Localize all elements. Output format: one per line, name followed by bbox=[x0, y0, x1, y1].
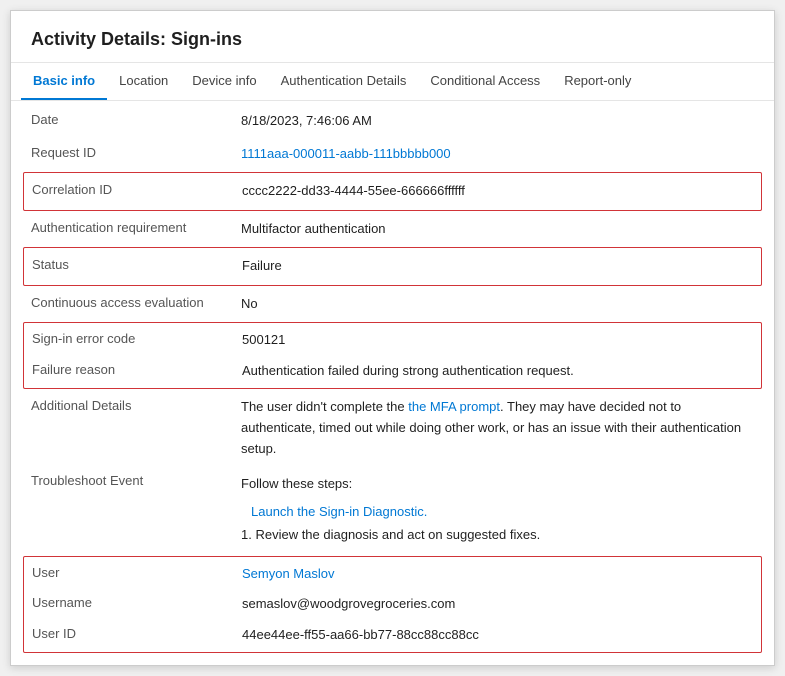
username-value: semaslov@woodgrovegroceries.com bbox=[242, 594, 753, 614]
request-id-value[interactable]: 1111aaa-000011-aabb-111bbbbb000 bbox=[241, 144, 754, 164]
tab-device-info[interactable]: Device info bbox=[180, 63, 268, 100]
mfa-highlight: the MFA prompt bbox=[408, 399, 500, 414]
cae-value: No bbox=[241, 294, 754, 314]
request-id-row: Request ID 1111aaa-000011-aabb-111bbbbb0… bbox=[11, 138, 774, 171]
cae-label: Continuous access evaluation bbox=[31, 294, 241, 310]
status-label: Status bbox=[32, 256, 242, 272]
troubleshoot-step1: 1. Review the diagnosis and act on sugge… bbox=[241, 523, 754, 546]
failure-reason-row: Failure reason Authentication failed dur… bbox=[32, 356, 753, 387]
troubleshoot-label: Troubleshoot Event bbox=[31, 472, 241, 488]
auth-req-row: Authentication requirement Multifactor a… bbox=[11, 213, 774, 246]
page-title: Activity Details: Sign-ins bbox=[11, 11, 774, 63]
status-row: Status Failure bbox=[32, 252, 753, 281]
username-label: Username bbox=[32, 594, 242, 610]
date-row: Date 8/18/2023, 7:46:06 AM bbox=[11, 105, 774, 138]
sign-in-error-value: 500121 bbox=[242, 330, 753, 350]
sign-in-error-row: Sign-in error code 500121 bbox=[32, 325, 753, 356]
troubleshoot-link[interactable]: Launch the Sign-in Diagnostic. bbox=[251, 504, 427, 519]
additional-details-row: Additional Details The user didn't compl… bbox=[11, 391, 774, 466]
error-group-box: Sign-in error code 500121 Failure reason… bbox=[23, 322, 762, 389]
troubleshoot-value: Follow these steps: Launch the Sign-in D… bbox=[241, 472, 754, 546]
tab-bar: Basic info Location Device info Authenti… bbox=[11, 63, 774, 101]
correlation-id-box: Correlation ID cccc2222-dd33-4444-55ee-6… bbox=[23, 172, 762, 211]
request-id-label: Request ID bbox=[31, 144, 241, 160]
date-label: Date bbox=[31, 111, 241, 127]
tab-report-only[interactable]: Report-only bbox=[552, 63, 643, 100]
auth-req-value: Multifactor authentication bbox=[241, 219, 754, 239]
tab-basic-info[interactable]: Basic info bbox=[21, 63, 107, 100]
status-box: Status Failure bbox=[23, 247, 762, 286]
tab-conditional-access[interactable]: Conditional Access bbox=[418, 63, 552, 100]
correlation-id-value: cccc2222-dd33-4444-55ee-666666ffffff bbox=[242, 181, 753, 201]
status-value: Failure bbox=[242, 256, 753, 276]
additional-details-value: The user didn't complete the the MFA pro… bbox=[241, 397, 754, 459]
user-id-label: User ID bbox=[32, 625, 242, 641]
tab-authentication-details[interactable]: Authentication Details bbox=[269, 63, 419, 100]
correlation-id-row: Correlation ID cccc2222-dd33-4444-55ee-6… bbox=[32, 177, 753, 206]
username-row: Username semaslov@woodgrovegroceries.com bbox=[32, 589, 753, 620]
user-value[interactable]: Semyon Maslov bbox=[242, 564, 753, 584]
tab-location[interactable]: Location bbox=[107, 63, 180, 100]
activity-details-window: Activity Details: Sign-ins Basic info Lo… bbox=[10, 10, 775, 666]
user-label: User bbox=[32, 564, 242, 580]
user-id-row: User ID 44ee44ee-ff55-aa66-bb77-88cc88cc… bbox=[32, 620, 753, 651]
content-area: Date 8/18/2023, 7:46:06 AM Request ID 11… bbox=[11, 101, 774, 665]
user-row: User Semyon Maslov bbox=[32, 559, 753, 590]
user-id-value: 44ee44ee-ff55-aa66-bb77-88cc88cc88cc bbox=[242, 625, 753, 645]
cae-row: Continuous access evaluation No bbox=[11, 288, 774, 321]
correlation-id-label: Correlation ID bbox=[32, 181, 242, 197]
failure-reason-value: Authentication failed during strong auth… bbox=[242, 361, 753, 381]
date-value: 8/18/2023, 7:46:06 AM bbox=[241, 111, 754, 131]
additional-details-label: Additional Details bbox=[31, 397, 241, 413]
auth-req-label: Authentication requirement bbox=[31, 219, 241, 235]
user-group-box: User Semyon Maslov Username semaslov@woo… bbox=[23, 556, 762, 654]
failure-reason-label: Failure reason bbox=[32, 361, 242, 377]
troubleshoot-steps-header: Follow these steps: bbox=[241, 472, 754, 495]
sign-in-error-label: Sign-in error code bbox=[32, 330, 242, 346]
troubleshoot-row: Troubleshoot Event Follow these steps: L… bbox=[11, 466, 774, 553]
